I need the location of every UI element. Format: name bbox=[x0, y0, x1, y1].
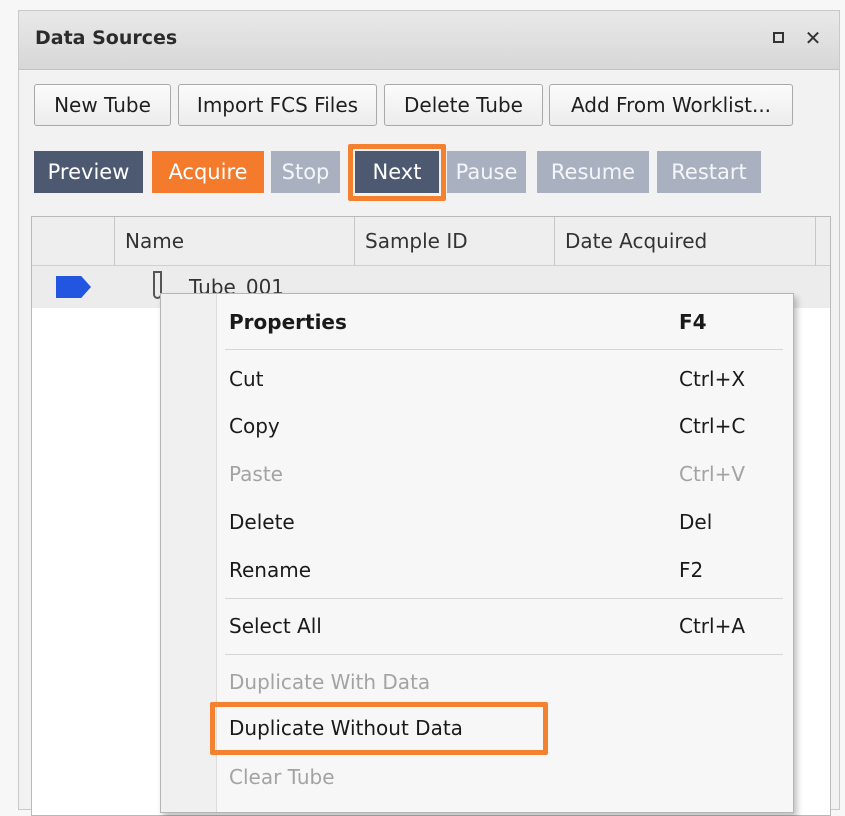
import-fcs-files-button[interactable]: Import FCS Files bbox=[178, 84, 377, 126]
menu-item-select-all[interactable]: Select All Ctrl+A bbox=[217, 604, 783, 648]
add-from-worklist-button[interactable]: Add From Worklist... bbox=[549, 84, 793, 126]
current-tube-pointer-icon bbox=[56, 276, 91, 298]
panel-title: Data Sources bbox=[35, 27, 178, 49]
next-button-highlight bbox=[348, 144, 446, 201]
menu-item-delete[interactable]: Delete Del bbox=[217, 500, 783, 544]
stop-button[interactable]: Stop bbox=[271, 151, 340, 193]
restart-button[interactable]: Restart bbox=[657, 151, 761, 193]
preview-button[interactable]: Preview bbox=[34, 151, 143, 193]
duplicate-without-data-highlight bbox=[210, 702, 548, 755]
menu-item-properties[interactable]: Properties F4 bbox=[217, 300, 783, 344]
column-header-name[interactable]: Name bbox=[114, 217, 354, 265]
menu-item-duplicate-with-data: Duplicate With Data bbox=[229, 670, 431, 694]
menu-item-copy[interactable]: Copy Ctrl+C bbox=[217, 404, 783, 448]
resume-button[interactable]: Resume bbox=[537, 151, 649, 193]
menu-item-cut[interactable]: Cut Ctrl+X bbox=[217, 357, 783, 401]
title-bar: Data Sources ✕ bbox=[19, 11, 839, 70]
menu-separator bbox=[225, 349, 783, 350]
new-tube-button[interactable]: New Tube bbox=[34, 84, 171, 126]
menu-separator bbox=[225, 654, 783, 655]
menu-icon-gutter bbox=[161, 294, 217, 812]
menu-item-rename[interactable]: Rename F2 bbox=[217, 548, 783, 592]
close-icon[interactable]: ✕ bbox=[800, 25, 826, 51]
acquire-button[interactable]: Acquire bbox=[152, 151, 264, 193]
restore-icon[interactable] bbox=[767, 25, 793, 51]
grid-header: Name Sample ID Date Acquired bbox=[32, 217, 830, 266]
pause-button[interactable]: Pause bbox=[447, 151, 526, 193]
menu-item-paste: Paste Ctrl+V bbox=[229, 462, 746, 486]
column-header-date-acquired[interactable]: Date Acquired bbox=[554, 217, 816, 265]
delete-tube-button[interactable]: Delete Tube bbox=[384, 84, 543, 126]
menu-item-clear-tube: Clear Tube bbox=[229, 765, 335, 789]
column-header-sample-id[interactable]: Sample ID bbox=[354, 217, 554, 265]
menu-separator bbox=[225, 598, 783, 599]
